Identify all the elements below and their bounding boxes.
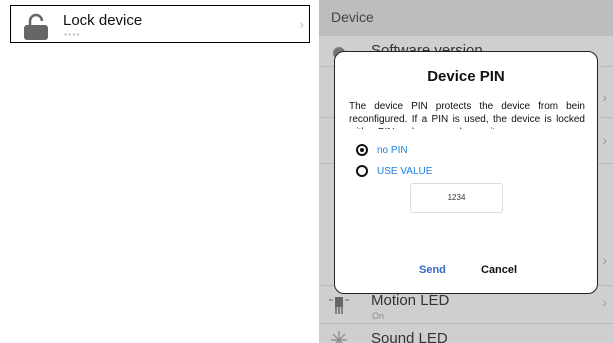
chevron-right-icon: › [602, 252, 607, 268]
app-header-title: Device [331, 9, 374, 25]
lock-icon [24, 13, 48, 40]
list-item-title: Sound LED [371, 330, 448, 343]
send-button[interactable]: Send [419, 264, 446, 276]
led-icon [329, 297, 349, 314]
list-item-title: Motion LED [371, 292, 450, 309]
radio-use-value[interactable] [356, 165, 368, 177]
chevron-right-icon: › [602, 132, 607, 148]
app-header: Device [319, 0, 613, 36]
chevron-right-icon: › [602, 89, 607, 105]
lock-device-row[interactable]: Lock device **** › [10, 5, 310, 43]
pin-input[interactable]: 1234 [410, 183, 503, 213]
lock-device-title: Lock device [63, 12, 143, 29]
cancel-button[interactable]: Cancel [481, 264, 517, 276]
radio-use-value-label[interactable]: USE VALUE [377, 166, 432, 177]
sound-led-icon [331, 331, 347, 343]
radio-no-pin[interactable] [356, 144, 368, 156]
list-item-sound-led[interactable]: Sound LED [319, 324, 613, 343]
chevron-right-icon: › [299, 16, 304, 32]
device-pin-dialog: Device PIN The device PIN protects the d… [334, 51, 598, 294]
list-item-subtitle: On [372, 311, 385, 321]
radio-no-pin-label[interactable]: no PIN [377, 145, 408, 156]
dialog-title: Device PIN [427, 68, 505, 85]
lock-device-subtitle: **** [64, 32, 81, 41]
chevron-right-icon: › [602, 294, 607, 310]
dialog-description: The device PIN protects the device from … [349, 101, 585, 129]
